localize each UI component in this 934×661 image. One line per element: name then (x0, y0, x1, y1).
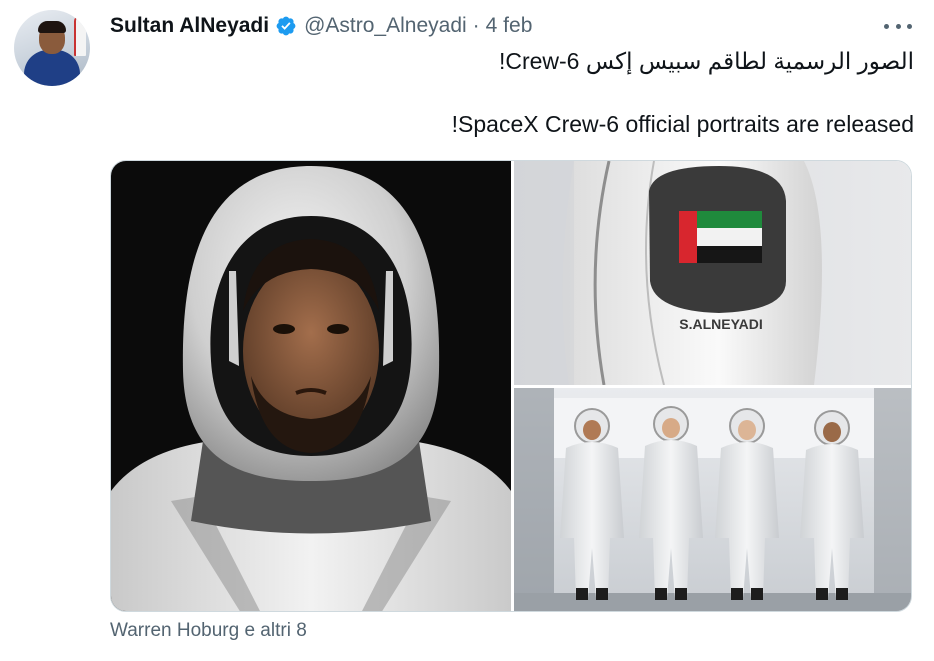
tweet-text-arabic: الصور الرسمية لطاقم سبيس إكس Crew-6! (498, 48, 914, 74)
more-dot (895, 23, 901, 29)
author-avatar[interactable] (14, 10, 90, 86)
more-dot (907, 23, 912, 29)
patch-name-text: S.ALNEYADI (679, 316, 763, 332)
tweet-date[interactable]: 4 feb (486, 14, 533, 38)
author-handle[interactable]: @Astro_Alneyadi (304, 14, 467, 38)
media-grid: S.ALNEYADI (110, 160, 912, 612)
crew-group-photo[interactable] (514, 388, 911, 611)
arm-patch-photo[interactable]: S.ALNEYADI (514, 161, 911, 385)
verified-badge-icon[interactable] (275, 15, 297, 37)
more-dot (884, 23, 889, 29)
tweet-header: Sultan AlNeyadi @Astro_Alneyadi · 4 feb (110, 12, 532, 40)
more-options-icon[interactable] (884, 14, 912, 38)
portrait-photo[interactable] (111, 161, 511, 611)
header-separator: · (472, 14, 480, 37)
avatar-hair (38, 21, 66, 33)
author-name[interactable]: Sultan AlNeyadi (110, 14, 269, 38)
avatar-rocket (74, 16, 86, 56)
tagged-users-link[interactable]: Warren Hoburg e altri 8 (110, 620, 307, 642)
tweet-text-english: SpaceX Crew-6 official portraits are rel… (451, 111, 914, 137)
avatar-suit (24, 50, 80, 86)
